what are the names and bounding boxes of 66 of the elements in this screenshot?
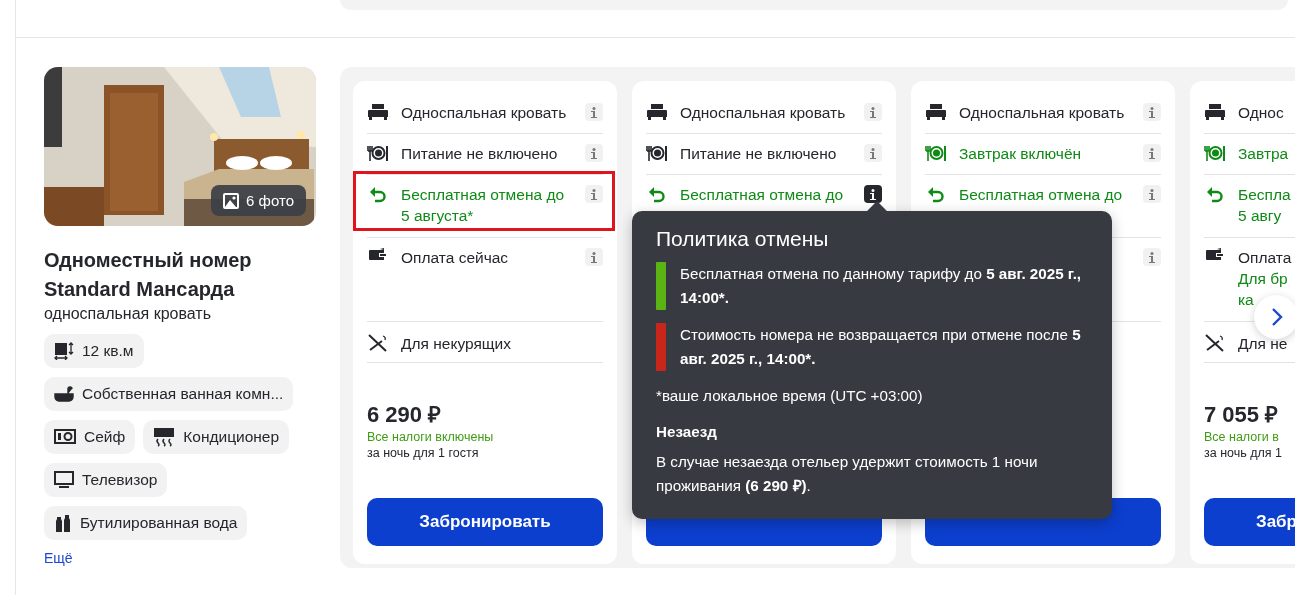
plate-icon [925, 144, 947, 162]
tv-icon [54, 471, 74, 489]
wallet-icon [1205, 248, 1225, 262]
amenity-chip: Кондиционер [143, 420, 290, 454]
bottles-icon [54, 513, 72, 533]
chevron-right-icon [1271, 307, 1283, 327]
book-button[interactable]: Забронировать [367, 498, 603, 546]
undo-arrow-icon [1206, 185, 1224, 203]
amenity-chip: Сейф [44, 420, 136, 454]
rate-condition: Односпальная кровать [401, 104, 567, 121]
rate-condition: Беспла 5 авгу [1238, 186, 1291, 224]
plate-icon [646, 144, 668, 162]
rate-condition: Однос [1238, 104, 1284, 121]
payment-note: Для бр [1238, 269, 1288, 289]
image-icon [223, 192, 240, 209]
price-note: за ночь для 1 [1204, 446, 1283, 461]
bathtub-icon [54, 385, 74, 403]
undo-arrow-icon [369, 185, 387, 203]
plate-icon [367, 144, 389, 162]
plate-icon [1204, 144, 1226, 162]
room-size-icon [54, 342, 74, 360]
rate-condition: Питание не включено [680, 145, 837, 162]
amenity-chip: Собственная ванная комн... [44, 377, 294, 411]
rate-condition: Оплата [1238, 249, 1292, 266]
no-smoking-icon [1205, 334, 1225, 352]
no-show-text: В случае незаезда отельер удержит стоимость 1 ночи проживания (6 290 ₽). [656, 452, 1039, 496]
rate-condition: Бесплатная отмена до [959, 186, 1123, 203]
rate-condition: Завтрак включён [959, 145, 1082, 162]
price: 6 290 ₽ [367, 401, 443, 429]
undo-arrow-icon [648, 185, 666, 203]
payment-note: ка [1238, 290, 1254, 310]
bed-icon [1204, 103, 1226, 121]
amenity-chip: Бутилированная вода [44, 506, 248, 540]
room-title: Одноместный номер Standard Мансарда [44, 248, 253, 302]
taxes-note: Все налоги включены [367, 429, 495, 446]
taxes-note: Все налоги в [1204, 429, 1280, 446]
air-conditioner-icon [153, 427, 176, 447]
info-icon[interactable] [864, 185, 882, 203]
more-link[interactable]: Ещё [44, 550, 73, 566]
policy-text: Стоимость номера не возвращается при отмене после 5 авг. 2025 г., 14:00*. [680, 325, 1082, 369]
undo-arrow-icon [927, 185, 945, 203]
bed-icon [367, 103, 389, 121]
photo-count-button[interactable]: 6 фото [211, 185, 306, 216]
bed-type: односпальная кровать [44, 304, 213, 324]
amenity-chip: 12 кв.м [44, 334, 144, 368]
no-smoking-icon [368, 334, 388, 352]
bed-icon [646, 103, 668, 121]
amenity-chip: Телевизор [44, 463, 168, 497]
rate-condition: Для некурящих [401, 335, 511, 352]
tooltip-title: Политика отмены [656, 226, 830, 252]
price: 7 055 ₽ [1204, 401, 1280, 429]
rate-condition: Бесплатная отмена до 5 августа* [401, 186, 565, 224]
rate-condition: Односпальная кровать [959, 104, 1125, 121]
rate-condition: Односпальная кровать [680, 104, 846, 121]
rate-condition: Бесплатная отмена до [680, 186, 844, 203]
rate-condition: Оплата сейчас [401, 249, 509, 266]
price-note: за ночь для 1 гостя [367, 446, 480, 461]
wallet-icon [368, 248, 388, 262]
rate-condition: Завтра [1238, 145, 1289, 162]
rate-condition: Питание не включено [401, 145, 558, 162]
time-zone-note: *ваше локальное время (UTC +03:00) [656, 386, 924, 406]
bed-icon [925, 103, 947, 121]
rate-condition: Для не [1238, 335, 1288, 352]
no-show-heading: Незаезд [656, 422, 718, 442]
policy-text: Бесплатная отмена по данному тарифу до 5 авг. 2025 г., 14:00*. [680, 264, 1083, 308]
safe-icon [54, 429, 76, 445]
